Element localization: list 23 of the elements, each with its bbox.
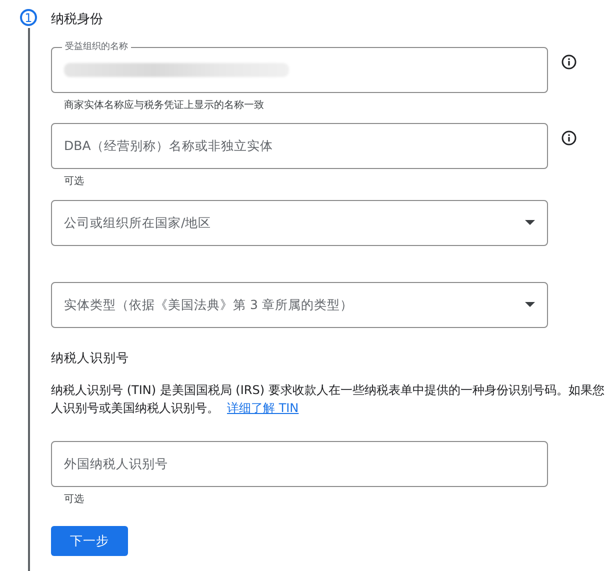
field-label: 受益组织的名称 bbox=[64, 41, 129, 53]
input-field[interactable]: DBA（经营别称）名称或非独立实体 bbox=[51, 123, 548, 169]
dropdown-field[interactable]: 实体类型（依据《美国法典》第 3 章所属的类型） bbox=[51, 282, 548, 328]
section-title: 纳税身份 bbox=[51, 11, 104, 29]
learn-more-link[interactable]: 详细了解 TIN bbox=[227, 401, 299, 415]
input-field[interactable]: 外国纳税人识别号 bbox=[51, 441, 548, 487]
section-heading: 纳税人识别号 bbox=[51, 350, 130, 367]
helper-text: 可选 bbox=[63, 492, 85, 506]
info-icon[interactable] bbox=[561, 54, 577, 70]
helper-text: 可选 bbox=[63, 174, 85, 188]
input-field[interactable]: 受益组织的名称 bbox=[51, 41, 548, 93]
step-number: 1 bbox=[20, 9, 37, 26]
caret-icon bbox=[525, 302, 535, 308]
next-button[interactable]: 下一步 bbox=[51, 526, 128, 556]
field-placeholder: 实体类型（依据《美国法典》第 3 章所属的类型） bbox=[64, 296, 353, 314]
caret-icon bbox=[525, 220, 535, 226]
helper-text: 商家实体名称应与税务凭证上显示的名称一致 bbox=[63, 98, 265, 112]
dropdown-field[interactable]: 公司或组织所在国家/地区 bbox=[51, 200, 548, 246]
info-icon[interactable] bbox=[561, 130, 577, 146]
field-placeholder: DBA（经营别称）名称或非独立实体 bbox=[64, 138, 273, 154]
field-placeholder: 公司或组织所在国家/地区 bbox=[64, 214, 212, 232]
description-text: 纳税人识别号 (TIN) 是美国国税局 (IRS) 要求收款人在一些纳税表单中提供的一种身份识别号码。如果您 人识别号或美国纳税人识别号。 详细了解 TIN bbox=[51, 382, 606, 417]
field-placeholder: 外国纳税人识别号 bbox=[64, 456, 168, 472]
